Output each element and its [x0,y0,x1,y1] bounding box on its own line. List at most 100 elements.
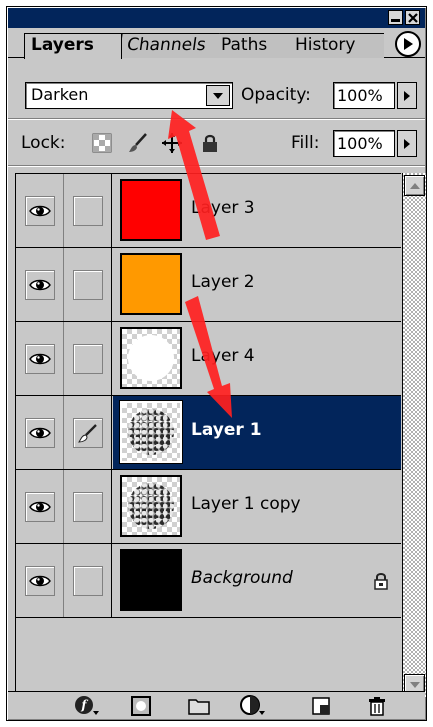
fill-field[interactable]: 100% [333,130,395,157]
tab-history[interactable]: History [288,33,384,58]
eye-icon [28,575,51,586]
layer-row[interactable]: Layer 1 copy [16,470,401,544]
layer-set-button[interactable] [186,695,212,717]
layer-row[interactable]: Background [16,544,401,618]
layer-content[interactable]: Layer 2 [113,248,401,321]
eye-box [24,565,55,596]
textured-circle-shape [128,483,174,529]
tab-channels[interactable]: Channels [118,33,220,58]
blend-mode-value: Darken [31,85,89,104]
visibility-toggle[interactable] [16,544,64,617]
link-box [72,343,103,374]
layer-row-selected[interactable]: Layer 1 [16,396,401,470]
eye-box [24,195,55,226]
eye-box [24,491,55,522]
new-layer-icon [312,697,330,715]
adjustment-layer-button[interactable] [240,695,266,717]
vertical-scrollbar[interactable] [402,173,426,697]
visibility-toggle[interactable] [16,470,64,543]
close-button[interactable] [405,10,420,25]
delete-layer-button[interactable] [364,695,390,717]
layer-content[interactable]: Background [113,544,401,617]
layer-style-icon: f [75,696,99,715]
paintbrush-icon [77,423,97,443]
layer-thumbnail [120,179,182,241]
link-toggle[interactable] [64,322,112,395]
textured-circle-shape [128,409,174,455]
tab-channels-label: Channels [125,35,208,55]
link-box [72,565,103,596]
eye-icon [28,279,51,290]
layer-mask-button[interactable] [128,695,154,717]
eye-box [24,343,55,374]
fill-slider-button[interactable] [397,130,417,157]
layer-mask-icon [131,696,151,716]
layer-thumbnail [120,253,182,315]
layer-name: Layer 2 [191,272,255,292]
layers-list: Layer 3 Layer 2 Layer 4 Layer 1 Layer 1 … [15,173,401,697]
palette-footer: f [8,691,425,719]
visibility-toggle[interactable] [16,174,64,247]
lock-paint-icon[interactable] [127,132,149,154]
link-toggle[interactable] [64,396,112,469]
link-box [72,491,103,522]
opacity-slider-button[interactable] [397,82,417,109]
palette-menu-button[interactable] [395,31,421,57]
layer-row[interactable]: Layer 3 [16,174,401,248]
white-circle-shape [128,335,174,381]
eye-box [24,417,55,448]
tab-layers-label: Layers [31,35,94,55]
eye-box [24,269,55,300]
eye-icon [28,427,51,438]
opacity-field[interactable]: 100% [333,82,395,109]
link-box [72,269,103,300]
minimize-icon [391,18,400,22]
blend-mode-dropdown[interactable]: Darken [25,82,233,109]
link-toggle[interactable] [64,174,112,247]
trash-icon [369,697,385,716]
lock-label: Lock: [21,133,66,153]
layers-palette: History Paths Channels Layers Darken Opa… [6,6,427,721]
lock-move-icon[interactable] [161,132,183,154]
minimize-button[interactable] [388,10,403,25]
lock-transparency-icon[interactable] [91,132,113,154]
blend-row: Darken Opacity: 100% [15,82,418,112]
link-toggle[interactable] [64,544,112,617]
layer-thumbnail [120,475,182,537]
visibility-toggle[interactable] [16,396,64,469]
layer-row[interactable]: Layer 2 [16,248,401,322]
tab-layers[interactable]: Layers [24,33,122,59]
tab-paths-label: Paths [221,35,268,55]
palette-titlebar [8,8,425,28]
layer-row[interactable]: Layer 4 [16,322,401,396]
fill-label: Fill: [291,133,320,153]
adjustment-layer-icon [240,695,265,715]
layer-content[interactable]: Layer 4 [113,322,401,395]
layer-content[interactable]: Layer 1 copy [113,470,401,543]
link-toggle[interactable] [64,470,112,543]
link-box [72,195,103,226]
opacity-label: Opacity: [241,85,311,105]
layer-name: Layer 4 [191,346,255,366]
layer-style-button[interactable]: f [74,695,100,717]
blend-mode-dropdown-button[interactable] [206,85,230,106]
layer-name: Layer 3 [191,198,255,218]
link-box [72,417,103,448]
link-toggle[interactable] [64,248,112,321]
scroll-up-button[interactable] [404,175,425,196]
lock-all-icon[interactable] [199,132,221,154]
layer-content[interactable]: Layer 1 [113,396,401,469]
new-layer-button[interactable] [308,695,334,717]
tab-strip: History Paths Channels Layers [8,28,425,59]
tab-paths[interactable]: Paths [214,33,292,58]
layer-content[interactable]: Layer 3 [113,174,401,247]
layer-thumbnail [119,400,183,464]
layer-lock-icon [374,573,388,590]
eye-icon [28,205,51,216]
chevron-down-icon [213,92,223,99]
visibility-toggle[interactable] [16,248,64,321]
triangle-up-icon [409,182,420,189]
eye-icon [28,501,51,512]
lock-row: Lock: Fill: 100% [15,130,418,160]
visibility-toggle[interactable] [16,322,64,395]
